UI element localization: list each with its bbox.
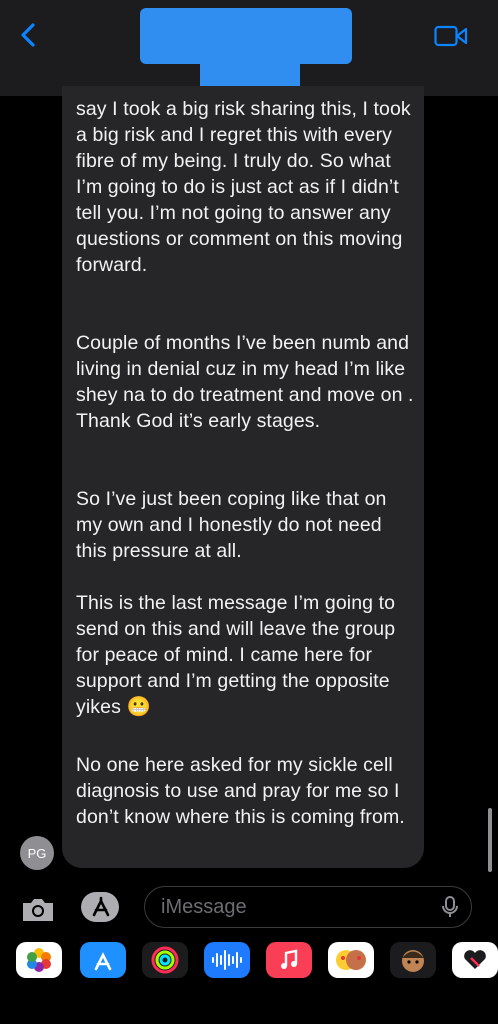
scrollbar[interactable] <box>488 808 492 872</box>
heart-icon[interactable] <box>452 942 498 978</box>
music-note-icon[interactable] <box>266 942 312 978</box>
message-paragraph-4: This is the last message I’m going to se… <box>76 592 396 718</box>
chevron-left-icon[interactable] <box>14 20 44 50</box>
photos-icon[interactable] <box>16 942 62 978</box>
app-drawer <box>0 934 498 988</box>
message-paragraph-3: So I’ve just been coping like that on my… <box>76 488 387 562</box>
memoji-stickers-icon[interactable] <box>328 942 374 978</box>
app-store-icon[interactable] <box>80 942 126 978</box>
message-paragraph-2: Couple of months I’ve been numb and livi… <box>76 332 414 432</box>
microphone-icon[interactable] <box>441 895 459 919</box>
app-store-icon[interactable] <box>80 890 122 924</box>
message-bubble[interactable]: say I took a big risk sharing this, I to… <box>62 86 424 868</box>
imessage-placeholder: iMessage <box>161 896 247 918</box>
message-paragraph-5: No one here asked for my sickle cell dia… <box>76 754 405 828</box>
sender-avatar[interactable]: PG <box>20 836 54 870</box>
camera-icon[interactable] <box>20 895 56 923</box>
audio-waveform-icon[interactable] <box>204 942 250 978</box>
memoji-icon[interactable] <box>390 942 436 978</box>
redacted-contact-avatar <box>200 56 300 90</box>
video-camera-icon[interactable] <box>434 24 468 48</box>
activity-rings-icon[interactable] <box>142 942 188 978</box>
message-paragraph-1: say I took a big risk sharing this, I to… <box>76 98 411 276</box>
imessage-input[interactable]: iMessage <box>144 886 472 928</box>
conversation-header <box>0 0 498 96</box>
